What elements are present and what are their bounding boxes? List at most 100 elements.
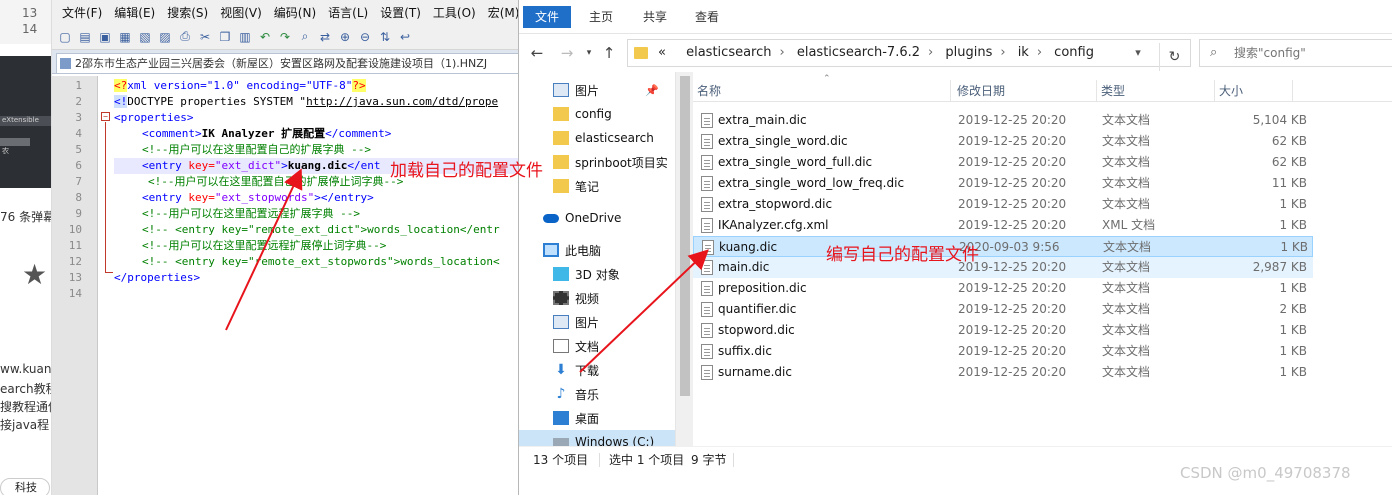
menu-view[interactable]: 视图(V) xyxy=(220,4,262,21)
nav-item-pictures[interactable]: 图片 xyxy=(519,310,675,334)
menu-search[interactable]: 搜索(S) xyxy=(167,4,208,21)
item-count: 13 个项目 xyxy=(533,453,589,467)
nav-scroll-thumb[interactable] xyxy=(680,76,690,396)
paste-icon[interactable]: ▥ xyxy=(236,28,254,46)
back-arrow-icon[interactable]: ← xyxy=(527,43,547,63)
column-name[interactable]: 名称 xyxy=(693,80,951,102)
column-type[interactable]: 类型 xyxy=(1097,80,1215,102)
star-icon[interactable]: ★ xyxy=(22,258,47,291)
file-row[interactable]: suffix.dic 2019-12-25 20:20 文本文档 1 KB xyxy=(693,341,1313,362)
open-file-icon[interactable]: ▤ xyxy=(76,28,94,46)
wrap-icon[interactable]: ↩ xyxy=(396,28,414,46)
search-input[interactable] xyxy=(1234,42,1384,64)
file-row[interactable]: extra_single_word_full.dic 2019-12-25 20:… xyxy=(693,152,1313,173)
video-thumbnail[interactable]: eXtensible 农 xyxy=(0,56,51,188)
nav-item-music[interactable]: ♪ 音乐 xyxy=(519,382,675,406)
nav-item-3d[interactable]: 3D 对象 xyxy=(519,262,675,286)
nav-scrollbar[interactable] xyxy=(675,72,693,446)
address-chevron-down-icon[interactable]: ▾ xyxy=(1128,43,1148,63)
menu-language[interactable]: 语言(L) xyxy=(328,4,368,21)
save-icon[interactable]: ▣ xyxy=(96,28,114,46)
file-type: 文本文档 xyxy=(1102,323,1151,337)
nav-item-desktop[interactable]: 桌面 xyxy=(519,406,675,430)
column-date[interactable]: 修改日期 xyxy=(953,80,1097,102)
tag-badge[interactable]: 科技 xyxy=(0,478,50,495)
breadcrumb-elasticsearch[interactable]: elasticsearch xyxy=(686,45,771,60)
find-icon[interactable]: ⌕ xyxy=(296,28,314,46)
file-row[interactable]: surname.dic 2019-12-25 20:20 文本文档 1 KB xyxy=(693,362,1313,383)
up-arrow-icon[interactable]: ↑ xyxy=(599,43,619,63)
replace-icon[interactable]: ⇄ xyxy=(316,28,334,46)
file-row[interactable]: IKAnalyzer.cfg.xml 2019-12-25 20:20 XML 文档… xyxy=(693,215,1313,236)
search-box[interactable]: ⌕ xyxy=(1199,39,1392,67)
folder-icon xyxy=(553,107,569,121)
nav-item-drive-c[interactable]: Windows (C:) xyxy=(519,430,675,446)
tab-view[interactable]: 查看 xyxy=(683,6,731,28)
breadcrumb-overflow[interactable]: « xyxy=(658,45,666,60)
file-row[interactable]: extra_single_word_low_freq.dic 2019-12-25… xyxy=(693,173,1313,194)
pin-icon[interactable]: 📌 xyxy=(645,84,659,97)
nav-item-documents[interactable]: 文档 xyxy=(519,334,675,358)
copy-icon[interactable]: ❐ xyxy=(216,28,234,46)
file-name: quantifier.dic xyxy=(718,302,797,316)
nav-item-pictures-quick[interactable]: 图片 📌 xyxy=(519,78,675,102)
nav-item-this-pc[interactable]: 此电脑 xyxy=(519,238,675,262)
file-row[interactable]: quantifier.dic 2019-12-25 20:20 文本文档 2 KB xyxy=(693,299,1313,320)
menu-tools[interactable]: 工具(O) xyxy=(433,4,476,21)
file-size: 5,104 KB xyxy=(1252,113,1307,127)
editor-tab[interactable]: 2邵东市生态产业园三兴居委会（新屋区）安置区路网及配套设施建设项目（1).HNZ… xyxy=(56,53,522,73)
close-icon[interactable]: ▧ xyxy=(136,28,154,46)
file-row[interactable]: extra_stopword.dic 2019-12-25 20:20 文本文档 1 … xyxy=(693,194,1313,215)
address-bar[interactable]: « elasticsearch › elasticsearch-7.6.2 › pl… xyxy=(627,39,1191,67)
menu-file[interactable]: 文件(F) xyxy=(62,4,102,21)
file-row[interactable]: kuang.dic 2020-09-03 9:56 文本文档 1 KB xyxy=(693,236,1313,257)
menu-encoding[interactable]: 编码(N) xyxy=(274,4,316,21)
file-type: 文本文档 xyxy=(1102,155,1151,169)
file-name: main.dic xyxy=(718,260,770,274)
breadcrumb-plugins[interactable]: plugins xyxy=(945,45,992,60)
nav-item-videos[interactable]: 视频 xyxy=(519,286,675,310)
cut-icon[interactable]: ✂ xyxy=(196,28,214,46)
code-line-11: <!--用户可以在这里配置远程扩展停止词字典--> xyxy=(142,239,387,252)
file-type: 文本文档 xyxy=(1102,281,1151,295)
file-date: 2019-12-25 20:20 xyxy=(958,365,1067,379)
refresh-icon[interactable]: ↻ xyxy=(1159,43,1189,71)
new-file-icon[interactable]: ▢ xyxy=(56,28,74,46)
breadcrumb-es-762[interactable]: elasticsearch-7.6.2 xyxy=(797,45,920,60)
zoom-in-icon[interactable]: ⊕ xyxy=(336,28,354,46)
tab-file[interactable]: 文件 xyxy=(523,6,572,28)
undo-icon[interactable]: ↶ xyxy=(256,28,274,46)
redo-icon[interactable]: ↷ xyxy=(276,28,294,46)
recent-chevron-down-icon[interactable]: ▾ xyxy=(579,43,599,63)
nav-item-elasticsearch[interactable]: elasticsearch xyxy=(519,126,675,150)
file-date: 2019-12-25 20:20 xyxy=(958,302,1067,316)
menu-edit[interactable]: 编辑(E) xyxy=(114,4,155,21)
file-row[interactable]: extra_main.dic 2019-12-25 20:20 文本文档 5,104 … xyxy=(693,110,1313,131)
file-date: 2019-12-25 20:20 xyxy=(958,323,1067,337)
forward-arrow-icon[interactable]: → xyxy=(557,43,577,63)
column-size[interactable]: 大小 xyxy=(1215,80,1293,102)
tab-share[interactable]: 共享 xyxy=(631,6,679,28)
menu-settings[interactable]: 设置(T) xyxy=(380,4,421,21)
nav-item-downloads[interactable]: ⬇ 下载 xyxy=(519,358,675,382)
side-line-number: 13 xyxy=(22,6,38,20)
breadcrumb-ik[interactable]: ik xyxy=(1018,45,1029,60)
code-area[interactable]: − <?xml version="1.0" encoding="UTF-8"?>… xyxy=(98,76,522,495)
file-row[interactable]: extra_single_word.dic 2019-12-25 20:20 文本文… xyxy=(693,131,1313,152)
zoom-out-icon[interactable]: ⊖ xyxy=(356,28,374,46)
sync-scroll-icon[interactable]: ⇅ xyxy=(376,28,394,46)
save-all-icon[interactable]: ▦ xyxy=(116,28,134,46)
tab-home[interactable]: 主页 xyxy=(577,6,625,28)
file-row[interactable]: preposition.dic 2019-12-25 20:20 文本文档 1 KB xyxy=(693,278,1313,299)
close-all-icon[interactable]: ▨ xyxy=(156,28,174,46)
file-row[interactable]: stopword.dic 2019-12-25 20:20 文本文档 1 KB xyxy=(693,320,1313,341)
file-type: 文本文档 xyxy=(1102,302,1151,316)
print-icon[interactable]: ⎙ xyxy=(176,28,194,46)
nav-item-onedrive[interactable]: OneDrive xyxy=(519,206,675,230)
code-line-9: <!--用户可以在这里配置远程扩展字典 --> xyxy=(142,207,360,220)
nav-item-config[interactable]: config xyxy=(519,102,675,126)
file-row[interactable]: main.dic 2019-12-25 20:20 文本文档 2,987 KB xyxy=(693,257,1313,278)
fold-marker-icon[interactable]: − xyxy=(101,112,110,121)
breadcrumb-config[interactable]: config xyxy=(1054,45,1094,60)
menu-macro[interactable]: 宏(M) xyxy=(488,4,520,21)
